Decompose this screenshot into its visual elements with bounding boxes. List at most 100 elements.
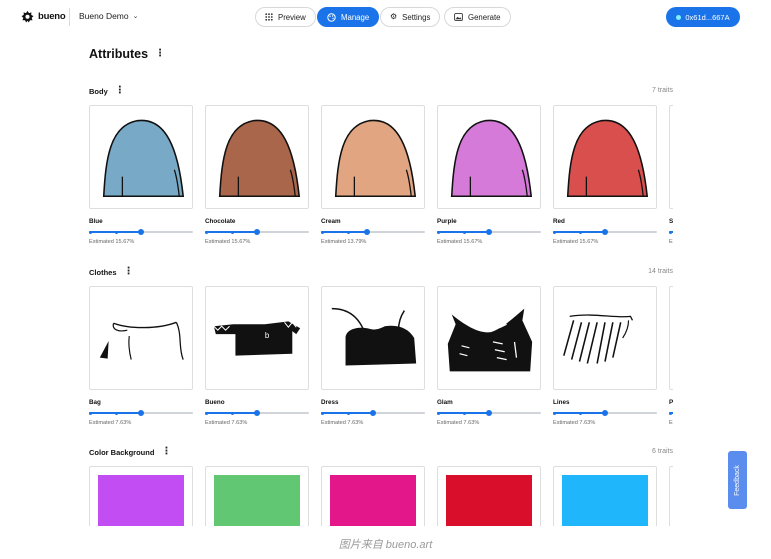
slider-handle[interactable] <box>254 410 260 416</box>
page-title-text: Attributes <box>89 47 149 61</box>
trait-card-partial[interactable]: S E <box>669 105 673 245</box>
section-menu-icon[interactable]: ⋮ <box>161 447 171 457</box>
trait-card-cream[interactable]: Cream Estimated 13.79% <box>321 105 425 245</box>
slider-tick <box>437 411 440 415</box>
slider-handle[interactable] <box>602 410 608 416</box>
rarity-slider[interactable] <box>205 229 309 235</box>
trait-image[interactable] <box>553 286 657 390</box>
slider-tick <box>579 411 582 415</box>
trait-image[interactable] <box>669 105 673 209</box>
clothes-lines <box>563 314 634 364</box>
slider-tick <box>579 230 582 234</box>
trait-label: S <box>669 218 673 225</box>
slider-tick <box>347 230 350 234</box>
trait-image[interactable]: b <box>205 286 309 390</box>
trait-card-chocolate[interactable]: Chocolate Estimated 15.67% <box>205 105 309 245</box>
trait-image[interactable] <box>669 286 673 390</box>
trait-image[interactable] <box>553 105 657 209</box>
slider-handle[interactable] <box>486 229 492 235</box>
section-clothes: Clothes ⋮ 14 traits Bag Estimated 7.63% <box>89 267 673 446</box>
trait-card-partial[interactable]: P E <box>669 286 673 426</box>
gear-icon: ⚙ <box>390 12 398 21</box>
slider-tick <box>669 230 672 234</box>
image-icon <box>454 13 463 21</box>
rarity-slider[interactable] <box>669 410 673 416</box>
trait-estimate: Estimated 7.63% <box>321 420 364 426</box>
nav-generate-button[interactable]: Generate <box>444 7 511 27</box>
rarity-slider[interactable] <box>553 229 657 235</box>
trait-image[interactable] <box>89 105 193 209</box>
trait-image[interactable] <box>437 105 541 209</box>
project-selector[interactable]: Bueno Demo ⌄ <box>79 11 139 21</box>
trait-card-purple[interactable]: Purple Estimated 15.67% <box>437 105 541 245</box>
rarity-slider[interactable] <box>89 410 193 416</box>
nav-manage-button[interactable]: Manage <box>317 7 380 27</box>
trait-card-glam[interactable]: Glam Estimated 7.63% <box>437 286 541 426</box>
slider-handle[interactable] <box>254 229 260 235</box>
rarity-slider[interactable] <box>437 410 541 416</box>
svg-text:b: b <box>265 331 270 340</box>
slider-tick <box>553 411 556 415</box>
trait-image[interactable] <box>205 105 309 209</box>
slider-handle[interactable] <box>138 229 144 235</box>
bueno-logo-icon <box>21 10 34 23</box>
trait-image[interactable] <box>321 286 425 390</box>
trait-row: Bag Estimated 7.63% b Bueno Estimated 7.… <box>89 286 673 446</box>
slider-handle[interactable] <box>486 410 492 416</box>
rarity-slider[interactable] <box>89 229 193 235</box>
trait-label: Red <box>553 218 565 225</box>
nav-settings-button[interactable]: ⚙ Settings <box>380 7 441 27</box>
trait-label: Purple <box>437 218 457 225</box>
wallet-button[interactable]: 0x61d...667A <box>666 7 740 27</box>
body-shape-blue <box>102 119 185 198</box>
rarity-slider[interactable] <box>669 229 673 235</box>
trait-card-red[interactable]: Red Estimated 15.67% <box>553 105 657 245</box>
trait-card-blue[interactable]: Blue Estimated 15.67% <box>89 105 193 245</box>
trait-label: Bag <box>89 399 101 406</box>
section-title: Color Background ⋮ <box>89 447 171 457</box>
trait-image[interactable] <box>321 105 425 209</box>
slider-tick <box>321 230 324 234</box>
rarity-slider[interactable] <box>321 229 425 235</box>
trait-card-bag[interactable]: Bag Estimated 7.63% <box>89 286 193 426</box>
brand[interactable]: bueno <box>21 10 66 23</box>
page-menu-icon[interactable]: ⋮ <box>155 49 165 59</box>
slider-handle[interactable] <box>363 229 370 235</box>
nav-preview-button[interactable]: Preview <box>255 7 316 27</box>
rarity-slider[interactable] <box>553 410 657 416</box>
nav-preview-label: Preview <box>278 12 306 22</box>
slider-handle[interactable] <box>602 229 608 235</box>
section-menu-icon[interactable]: ⋮ <box>124 267 134 277</box>
trait-estimate: Estimated 7.63% <box>205 420 248 426</box>
rarity-slider[interactable] <box>321 410 425 416</box>
chevron-down-icon: ⌄ <box>132 13 139 20</box>
brand-name: bueno <box>38 11 66 22</box>
slider-fill <box>321 231 367 233</box>
slider-handle[interactable] <box>370 410 376 416</box>
trait-label: P <box>669 399 673 406</box>
section-title-text: Color Background <box>89 447 155 457</box>
nav-settings-label: Settings <box>402 12 431 22</box>
rarity-slider[interactable] <box>205 410 309 416</box>
trait-image[interactable] <box>89 286 193 390</box>
trait-estimate: Estimated 13.79% <box>321 239 367 245</box>
wallet-address: 0x61d...667A <box>685 12 730 22</box>
section-title: Body ⋮ <box>89 86 125 96</box>
brand-divider <box>69 8 70 26</box>
slider-tick <box>205 411 208 415</box>
section-body: Body ⋮ 7 traits Blue Estimated 15.67% Ch… <box>89 86 673 265</box>
feedback-tab[interactable]: Feedback <box>728 451 747 509</box>
trait-card-lines[interactable]: Lines Estimated 7.63% <box>553 286 657 426</box>
body-shape-chocolate <box>218 119 301 198</box>
trait-label: Cream <box>321 218 341 225</box>
trait-count: 7 traits <box>651 87 673 94</box>
slider-tick <box>553 230 556 234</box>
trait-label: Chocolate <box>205 218 236 225</box>
trait-card-bueno[interactable]: b Bueno Estimated 7.63% <box>205 286 309 426</box>
trait-count: 6 traits <box>651 448 673 455</box>
slider-handle[interactable] <box>138 410 144 416</box>
trait-card-dress[interactable]: Dress Estimated 7.63% <box>321 286 425 426</box>
section-menu-icon[interactable]: ⋮ <box>115 86 125 96</box>
trait-image[interactable] <box>437 286 541 390</box>
rarity-slider[interactable] <box>437 229 541 235</box>
